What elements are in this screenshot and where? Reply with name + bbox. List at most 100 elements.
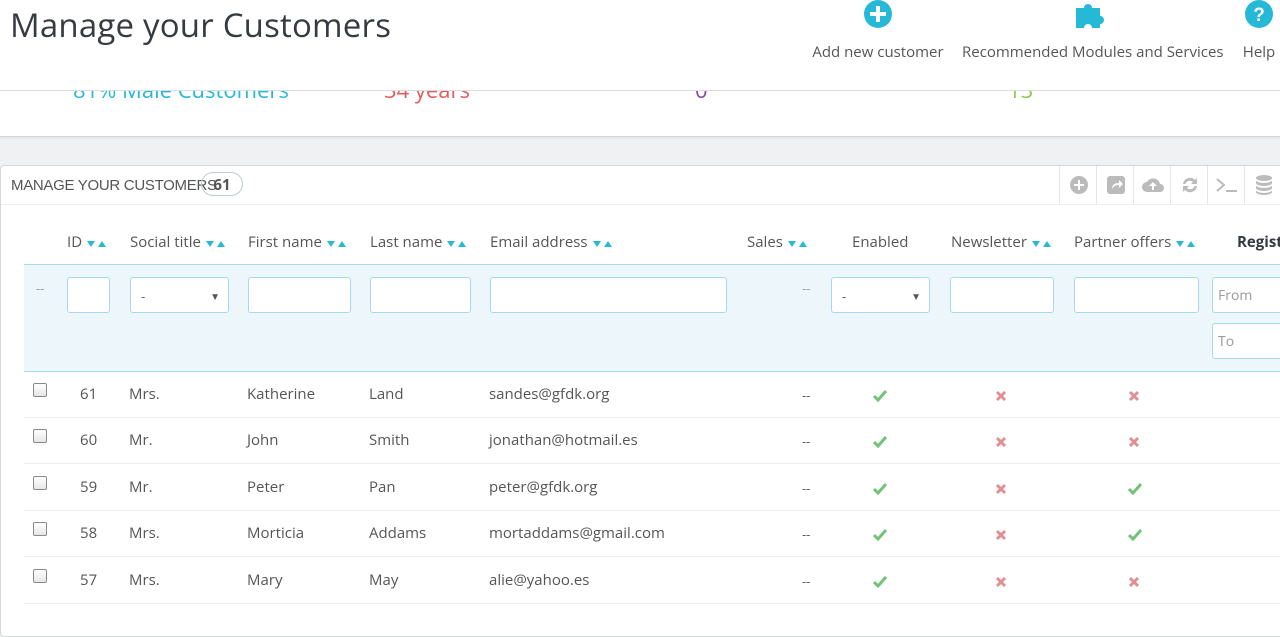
row-checkbox[interactable] [33, 522, 47, 536]
filter-social-title-select[interactable]: - ▼ [130, 277, 229, 313]
filter-newsletter-input[interactable] [950, 277, 1054, 313]
add-new-tool-button[interactable] [1059, 166, 1097, 204]
filter-enabled-value: - [842, 287, 847, 305]
cell-email: peter@gfdk.org [489, 477, 598, 497]
sort-arrows-icon[interactable] [205, 233, 227, 253]
row-checkbox[interactable] [33, 383, 47, 397]
table-row[interactable]: 58 Mrs. Morticia Addams mortaddams@gmail.com… [24, 510, 1280, 557]
cell-id: 61 [80, 384, 98, 404]
cell-email: mortaddams@gmail.com [489, 523, 665, 543]
cell-first-name: Katherine [247, 384, 316, 404]
plus-circle-icon [812, 0, 944, 32]
terminal-icon [1215, 178, 1237, 192]
newsletter-cross-icon[interactable] [995, 478, 1007, 500]
column-registration[interactable]: Regist [1237, 232, 1280, 252]
table-row[interactable]: 59 Mr. Peter Pan peter@gfdk.org -- [24, 464, 1280, 511]
filter-first-name-input[interactable] [248, 277, 351, 313]
cell-last-name: May [369, 570, 399, 590]
row-checkbox[interactable] [33, 569, 47, 583]
partner-offers-cross-icon[interactable] [1128, 431, 1140, 453]
cell-social-title: Mrs. [129, 570, 160, 590]
cell-id: 58 [80, 523, 98, 543]
help-button[interactable]: ? Help [1240, 0, 1278, 62]
page-header: Manage your Customers Add new customer R… [0, 0, 1280, 91]
column-social-title[interactable]: Social title [130, 232, 227, 253]
cell-sales: -- [802, 386, 811, 404]
add-new-customer-button[interactable]: Add new customer [812, 0, 944, 62]
refresh-tool-button[interactable] [1170, 166, 1208, 204]
column-partner-offers[interactable]: Partner offers [1074, 232, 1197, 253]
table-row[interactable]: 61 Mrs. Katherine Land sandes@gfdk.org -- [24, 371, 1280, 418]
column-email-label: Email address [490, 232, 588, 252]
column-last-name[interactable]: Last name [370, 232, 468, 253]
column-first-name[interactable]: First name [248, 232, 348, 253]
column-id[interactable]: ID [67, 232, 108, 253]
table-row[interactable]: 60 Mr. John Smith jonathan@hotmail.es -- [24, 417, 1280, 464]
partner-offers-check-icon[interactable] [1127, 524, 1143, 546]
enabled-check-icon[interactable] [872, 571, 888, 593]
sort-arrows-icon[interactable] [446, 233, 468, 253]
date-to-placeholder: To [1218, 332, 1235, 351]
filter-enabled-select[interactable]: - ▼ [831, 277, 930, 313]
column-partner-offers-label: Partner offers [1074, 232, 1172, 252]
sort-arrows-icon[interactable] [1031, 233, 1053, 253]
panel-heading: Manage your Customers 61 [1, 166, 1280, 205]
row-checkbox[interactable] [33, 476, 47, 490]
help-icon: ? [1240, 0, 1278, 32]
filter-partner-offers-input[interactable] [1074, 277, 1199, 313]
import-tool-button[interactable] [1133, 166, 1171, 204]
filter-bulk-dash: -- [36, 279, 45, 297]
column-newsletter[interactable]: Newsletter [951, 232, 1053, 253]
filter-email-input[interactable] [490, 277, 727, 313]
cell-social-title: Mr. [129, 430, 153, 450]
cell-social-title: Mrs. [129, 384, 160, 404]
database-tool-button[interactable] [1244, 166, 1280, 204]
help-label: Help [1242, 42, 1276, 62]
cell-id: 57 [80, 570, 98, 590]
partner-offers-check-icon[interactable] [1127, 478, 1143, 500]
sort-arrows-icon[interactable] [787, 233, 809, 253]
enabled-check-icon[interactable] [872, 385, 888, 407]
newsletter-cross-icon[interactable] [995, 385, 1007, 407]
cell-last-name: Land [369, 384, 404, 404]
enabled-check-icon[interactable] [872, 431, 888, 453]
sql-query-tool-button[interactable] [1207, 166, 1245, 204]
newsletter-cross-icon[interactable] [995, 524, 1007, 546]
cell-email: jonathan@hotmail.es [489, 430, 638, 450]
column-email[interactable]: Email address [490, 232, 614, 253]
refresh-icon [1182, 177, 1197, 193]
filter-last-name-input[interactable] [370, 277, 471, 313]
cell-email: alie@yahoo.es [489, 570, 590, 590]
sort-arrows-icon[interactable] [592, 233, 614, 253]
date-from-placeholder: From [1218, 286, 1253, 305]
export-tool-button[interactable] [1096, 166, 1134, 204]
cell-social-title: Mr. [129, 477, 153, 497]
cloud-upload-icon [1141, 178, 1164, 192]
partner-offers-cross-icon[interactable] [1128, 571, 1140, 593]
dropdown-caret-icon: ▼ [210, 289, 220, 303]
filter-date-to-input[interactable]: To [1212, 323, 1280, 359]
column-sales[interactable]: Sales [747, 232, 809, 253]
customer-count-badge: 61 [201, 172, 243, 196]
filter-id-input[interactable] [67, 277, 110, 313]
filter-date-from-input[interactable]: From [1212, 277, 1280, 313]
newsletter-cross-icon[interactable] [995, 431, 1007, 453]
cell-last-name: Pan [369, 477, 396, 497]
column-registration-label: Regist [1237, 232, 1280, 252]
add-circle-icon [1069, 176, 1088, 194]
cell-last-name: Addams [369, 523, 427, 543]
cell-social-title: Mrs. [129, 523, 160, 543]
row-checkbox[interactable] [33, 429, 47, 443]
partner-offers-cross-icon[interactable] [1128, 385, 1140, 407]
column-first-name-label: First name [248, 232, 322, 252]
table-row[interactable]: 57 Mrs. Mary May alie@yahoo.es -- [24, 557, 1280, 604]
sort-arrows-icon[interactable] [1175, 233, 1197, 253]
recommended-modules-button[interactable]: Recommended Modules and Services [962, 0, 1224, 62]
sort-arrows-icon[interactable] [86, 233, 108, 253]
filter-sales-dash: -- [802, 279, 811, 297]
enabled-check-icon[interactable] [872, 524, 888, 546]
column-sales-label: Sales [747, 232, 783, 252]
sort-arrows-icon[interactable] [326, 233, 348, 253]
enabled-check-icon[interactable] [872, 478, 888, 500]
newsletter-cross-icon[interactable] [995, 571, 1007, 593]
